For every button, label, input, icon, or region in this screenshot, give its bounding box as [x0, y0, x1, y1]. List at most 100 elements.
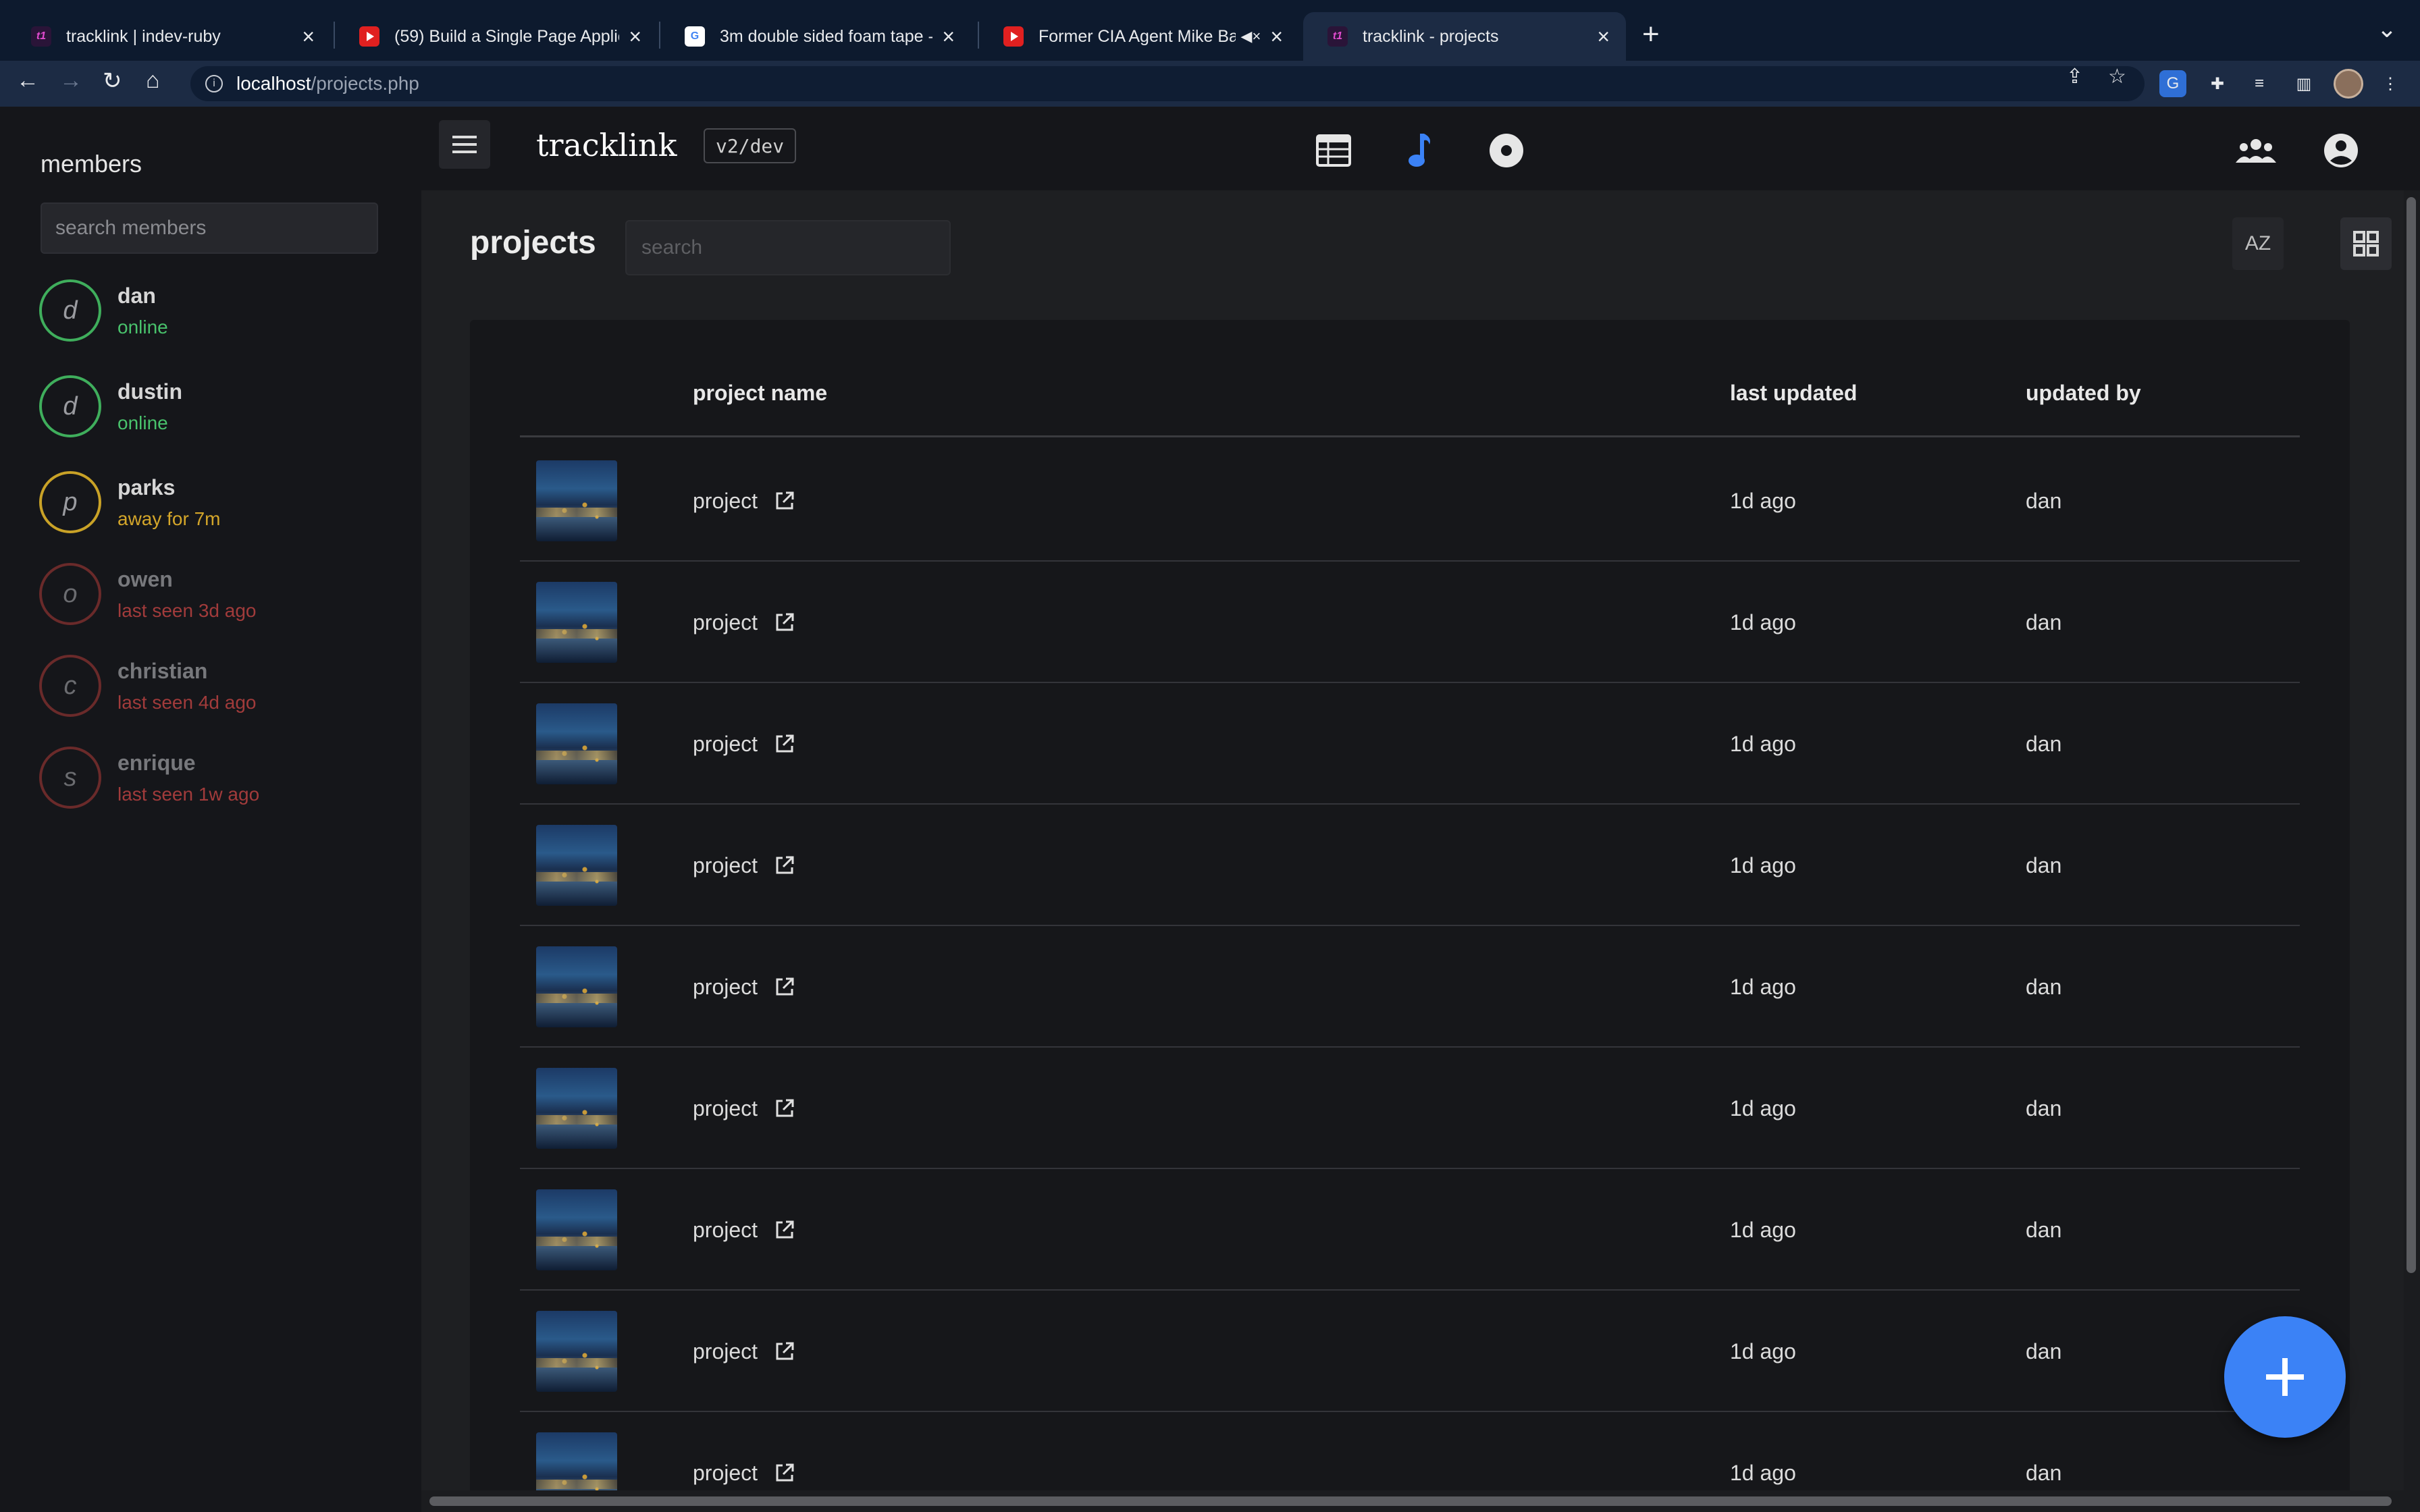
- grid-view-button[interactable]: [2340, 217, 2392, 270]
- project-thumbnail[interactable]: [536, 1311, 617, 1392]
- reload-icon[interactable]: ↻: [103, 68, 122, 94]
- project-name-link[interactable]: project: [693, 1096, 758, 1121]
- back-arrow-icon[interactable]: ←: [16, 68, 39, 94]
- tab-title: tracklink | indev-ruby: [66, 26, 221, 46]
- avatar: d: [39, 375, 101, 437]
- project-name-link[interactable]: project: [693, 732, 758, 757]
- open-external-icon[interactable]: [774, 490, 795, 512]
- tracklink-favicon-icon: t1: [31, 26, 51, 47]
- member-item[interactable]: p parks away for 7m: [39, 462, 390, 543]
- table-row[interactable]: project 1d ago dan: [520, 1291, 2300, 1412]
- search-input[interactable]: search: [625, 220, 951, 275]
- open-external-icon[interactable]: [774, 1341, 795, 1362]
- horizontal-scrollbar[interactable]: [421, 1490, 2420, 1512]
- project-name-link[interactable]: project: [693, 1339, 758, 1364]
- close-icon[interactable]: ×: [629, 24, 641, 49]
- muted-speaker-icon[interactable]: ◀×: [1241, 28, 1261, 45]
- media-queue-icon[interactable]: ≡: [2246, 70, 2273, 97]
- table-row[interactable]: project 1d ago dan: [520, 926, 2300, 1048]
- address-bar[interactable]: i localhost /projects.php: [190, 66, 2145, 101]
- project-name-link[interactable]: project: [693, 853, 758, 878]
- column-header-last-updated[interactable]: last updated: [1730, 381, 1857, 406]
- profile-avatar[interactable]: [2334, 69, 2363, 99]
- brand-logo[interactable]: tracklink: [536, 127, 677, 163]
- table-row[interactable]: project 1d ago dan: [520, 562, 2300, 683]
- open-external-icon[interactable]: [774, 612, 795, 633]
- last-updated-cell: 1d ago: [1730, 853, 1796, 878]
- project-name-link[interactable]: project: [693, 610, 758, 635]
- project-thumbnail[interactable]: [536, 1068, 617, 1149]
- table-row[interactable]: project 1d ago dan: [520, 683, 2300, 805]
- add-project-button[interactable]: [2224, 1316, 2346, 1438]
- project-thumbnail[interactable]: [536, 582, 617, 663]
- side-panel-icon[interactable]: ▥: [2290, 70, 2317, 97]
- member-item[interactable]: d dan online: [39, 270, 390, 351]
- project-thumbnail[interactable]: [536, 1189, 617, 1270]
- account-circle-icon[interactable]: [2320, 130, 2362, 171]
- close-icon[interactable]: ×: [1597, 24, 1610, 49]
- member-item[interactable]: o owen last seen 3d ago: [39, 554, 390, 634]
- table-row[interactable]: project 1d ago dan: [520, 440, 2300, 562]
- new-tab-icon[interactable]: +: [1642, 18, 1660, 51]
- open-external-icon[interactable]: [774, 1219, 795, 1241]
- sidebar-title: members: [41, 150, 142, 178]
- open-external-icon[interactable]: [774, 855, 795, 876]
- browser-tab[interactable]: Former CIA Agent Mike Bai ◀× ×: [979, 12, 1299, 61]
- browser-tab[interactable]: G 3m double sided foam tape - G ×: [660, 12, 971, 61]
- scrollbar-thumb[interactable]: [429, 1496, 2392, 1506]
- project-name-link[interactable]: project: [693, 1218, 758, 1243]
- member-item[interactable]: d dustin online: [39, 366, 390, 447]
- column-header-updated-by[interactable]: updated by: [2026, 381, 2141, 406]
- project-name-link[interactable]: project: [693, 489, 758, 514]
- close-icon[interactable]: ×: [1270, 24, 1283, 49]
- open-external-icon[interactable]: [774, 1462, 795, 1484]
- table-icon[interactable]: [1315, 132, 1352, 169]
- column-header-project-name[interactable]: project name: [693, 381, 827, 406]
- menu-icon: [452, 136, 477, 153]
- music-note-icon[interactable]: [1402, 132, 1438, 169]
- project-thumbnail[interactable]: [536, 460, 617, 541]
- home-icon[interactable]: ⌂: [146, 68, 160, 94]
- disc-icon[interactable]: [1488, 132, 1525, 169]
- share-icon[interactable]: ⇪: [2066, 65, 2083, 88]
- member-item[interactable]: s enrique last seen 1w ago: [39, 737, 390, 818]
- table-row[interactable]: project 1d ago dan: [520, 1169, 2300, 1291]
- project-thumbnail[interactable]: [536, 825, 617, 906]
- translate-extension-icon[interactable]: G: [2159, 70, 2186, 97]
- star-icon[interactable]: ☆: [2108, 65, 2126, 88]
- open-external-icon[interactable]: [774, 733, 795, 755]
- open-external-icon[interactable]: [774, 976, 795, 998]
- sort-label: AZ: [2244, 232, 2271, 254]
- updated-by-cell: dan: [2026, 974, 2062, 999]
- member-name: dan: [117, 283, 156, 308]
- forward-arrow-icon[interactable]: →: [59, 68, 82, 94]
- project-name-link[interactable]: project: [693, 1461, 758, 1486]
- browser-tab-active[interactable]: t1 tracklink - projects ×: [1303, 12, 1626, 61]
- tab-title: (59) Build a Single Page Applic: [394, 26, 620, 46]
- browser-tab[interactable]: (59) Build a Single Page Applic ×: [335, 12, 658, 61]
- chevron-down-icon[interactable]: ⌄: [2377, 15, 2397, 43]
- close-icon[interactable]: ×: [942, 24, 955, 49]
- more-vert-icon[interactable]: ⋮: [2377, 70, 2404, 97]
- hamburger-menu-button[interactable]: [439, 120, 490, 169]
- project-name-cell: project: [693, 1169, 795, 1291]
- info-icon[interactable]: i: [205, 75, 223, 92]
- table-row[interactable]: project 1d ago dan: [520, 1048, 2300, 1169]
- group-icon[interactable]: [2235, 130, 2277, 171]
- search-members-input[interactable]: search members: [41, 202, 378, 254]
- project-name-link[interactable]: project: [693, 975, 758, 1000]
- avatar: o: [39, 563, 101, 625]
- member-status: last seen 1w ago: [117, 783, 260, 805]
- scrollbar-thumb[interactable]: [2406, 197, 2416, 1273]
- project-thumbnail[interactable]: [536, 703, 617, 784]
- table-row[interactable]: project 1d ago dan: [520, 805, 2300, 926]
- puzzle-extension-icon[interactable]: ✚: [2204, 70, 2231, 97]
- project-name-cell: project: [693, 1291, 795, 1412]
- close-icon[interactable]: ×: [302, 24, 315, 49]
- member-item[interactable]: c christian last seen 4d ago: [39, 645, 390, 726]
- project-thumbnail[interactable]: [536, 946, 617, 1027]
- open-external-icon[interactable]: [774, 1098, 795, 1119]
- browser-tab[interactable]: t1 tracklink | indev-ruby ×: [7, 12, 331, 61]
- sort-az-button[interactable]: AZ: [2232, 217, 2284, 270]
- vertical-scrollbar[interactable]: [2404, 190, 2420, 1490]
